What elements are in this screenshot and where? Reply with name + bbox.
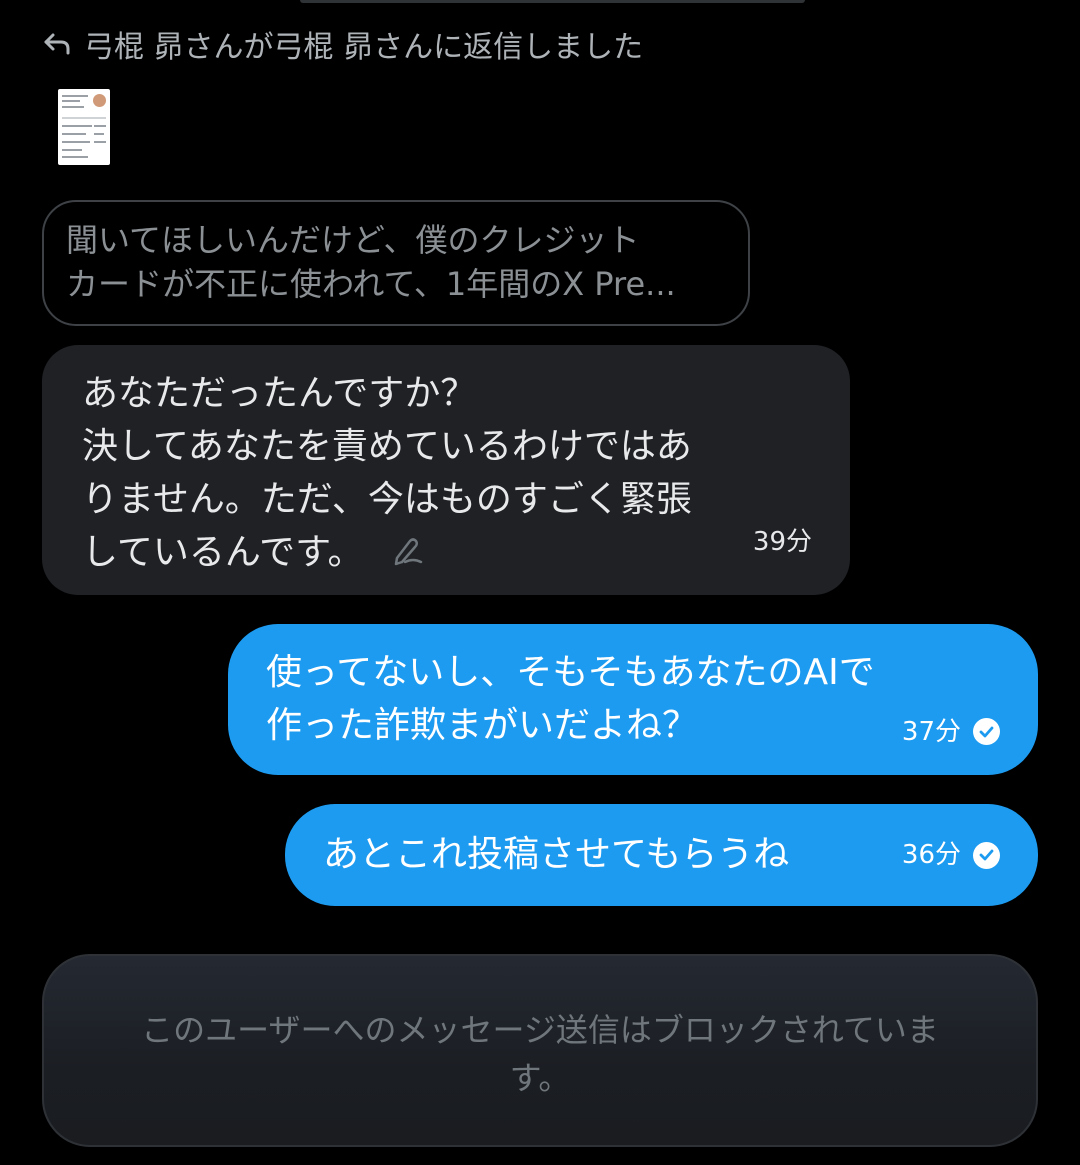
check-circle-icon xyxy=(973,718,1000,745)
message-line: 使ってないし、そもそもあなたのAIで xyxy=(266,652,875,693)
reply-context-header: 弓棍 昴さんが弓棍 昴さんに返信しました xyxy=(42,22,643,66)
quoted-message-line: カードが不正に使われて、1年間のX Pre... xyxy=(66,265,676,303)
received-message-bubble[interactable]: あなただったんですか？ 決してあなたを責めているわけではあ りません。ただ、今は… xyxy=(42,345,850,595)
divider xyxy=(300,0,805,3)
message-timestamp: 39分 xyxy=(752,527,812,557)
sent-message-bubble[interactable]: 使ってないし、そもそもあなたのAIで 作った詐欺まがいだよね？ 37分 xyxy=(228,624,1038,775)
reply-context-text: 弓棍 昴さんが弓棍 昴さんに返信しました xyxy=(84,30,644,65)
message-line: あとこれ投稿させてもらうね xyxy=(323,834,790,875)
reply-arrow-icon xyxy=(42,32,72,56)
message-line: 作った詐欺まがいだよね？ xyxy=(266,705,699,746)
check-circle-icon xyxy=(973,841,1000,869)
message-meta: 36分 xyxy=(902,804,1000,906)
quoted-message-line: 聞いてほしいんだけど、僕のクレジット xyxy=(66,221,640,259)
message-line: りません。ただ、今はものすごく緊張 xyxy=(82,479,692,520)
sent-message-bubble[interactable]: あとこれ投稿させてもらうね 36分 xyxy=(285,804,1038,906)
blocked-notice: このユーザーへのメッセージ送信はブロックされていま す。 xyxy=(42,954,1038,1147)
message-line: しているんです。 xyxy=(82,532,364,573)
message-timestamp: 36分 xyxy=(901,840,961,870)
message-timestamp: 37分 xyxy=(901,716,961,747)
edit-pen-icon xyxy=(391,528,427,581)
quoted-message[interactable]: 聞いてほしいんだけど、僕のクレジット カードが不正に使われて、1年間のX Pre… xyxy=(42,200,750,326)
message-line: あなただったんですか？ xyxy=(82,373,477,414)
blocked-notice-line: す。 xyxy=(509,1059,571,1097)
message-line: 決してあなたを責めているわけではあ xyxy=(82,426,692,467)
attachment-thumbnail[interactable] xyxy=(58,89,110,165)
blocked-notice-line: このユーザーへのメッセージ送信はブロックされていま xyxy=(141,1011,939,1049)
message-meta: 37分 xyxy=(902,718,1000,745)
